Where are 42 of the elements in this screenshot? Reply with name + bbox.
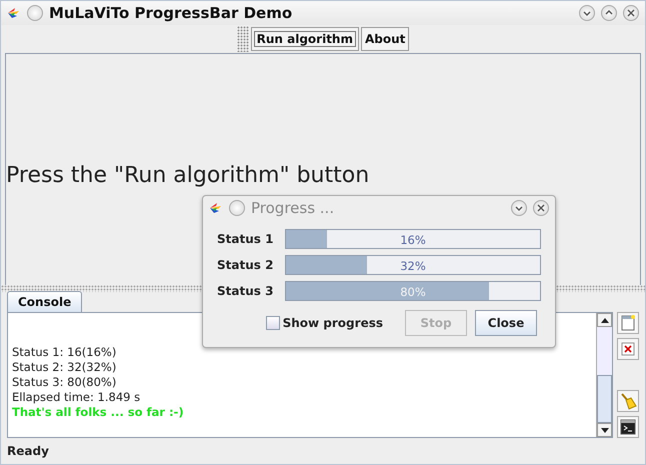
app-logo-icon <box>209 202 223 214</box>
close-icon <box>537 204 545 212</box>
scroll-up-button[interactable] <box>597 313 612 328</box>
show-progress-checkbox[interactable]: Show progress <box>266 314 383 332</box>
minimize-button[interactable] <box>579 4 595 21</box>
chevron-down-icon <box>515 204 523 212</box>
close-button[interactable] <box>533 200 549 216</box>
progress-reading: 32% <box>399 258 427 275</box>
close-button[interactable] <box>623 4 639 21</box>
message-text: Press the "Run algorithm" button <box>6 162 370 190</box>
status-text: Ready <box>6 443 50 460</box>
dialog-title: Progress ... <box>251 198 336 219</box>
close-icon <box>627 8 635 17</box>
console-line: Ellapsed time: 1.849 s <box>12 390 142 406</box>
status-label: Status 3 <box>217 283 274 300</box>
app-logo-icon <box>7 6 21 19</box>
scroll-down-button[interactable] <box>597 423 612 437</box>
status-label: Status 2 <box>217 257 274 274</box>
dialog-button[interactable]: Close <box>475 310 537 336</box>
toolbar-button[interactable]: About <box>360 26 410 51</box>
chevron-down-icon <box>583 8 591 17</box>
console-line: Status 1: 16(16%) <box>12 345 118 360</box>
down-arrow-icon <box>600 428 608 432</box>
window-title: MuLaViTo ProgressBar Demo <box>49 2 294 24</box>
minimize-button[interactable] <box>511 200 527 216</box>
new-page-icon[interactable] <box>617 312 639 334</box>
console-line: Status 2: 32(32%) <box>12 360 118 376</box>
scroll-thumb[interactable] <box>597 375 612 423</box>
console-tab[interactable]: Console <box>7 291 82 312</box>
status-label: Status 1 <box>217 231 274 248</box>
chevron-up-icon <box>605 8 613 17</box>
console-line: That's all folks ... so far :-) <box>12 405 185 420</box>
progress-reading: 80% <box>399 284 427 301</box>
toolbar-grip[interactable] <box>236 26 249 52</box>
toolbar-button[interactable]: Run algorithm <box>250 26 359 51</box>
up-arrow-icon <box>600 318 608 323</box>
clear-icon[interactable] <box>617 338 639 360</box>
scrollbar[interactable] <box>596 313 612 437</box>
progress-reading: 16% <box>399 232 427 249</box>
terminal-icon[interactable] <box>617 416 639 438</box>
console-line: Status 3: 80(80%) <box>12 375 118 390</box>
maximize-button[interactable] <box>601 4 617 21</box>
